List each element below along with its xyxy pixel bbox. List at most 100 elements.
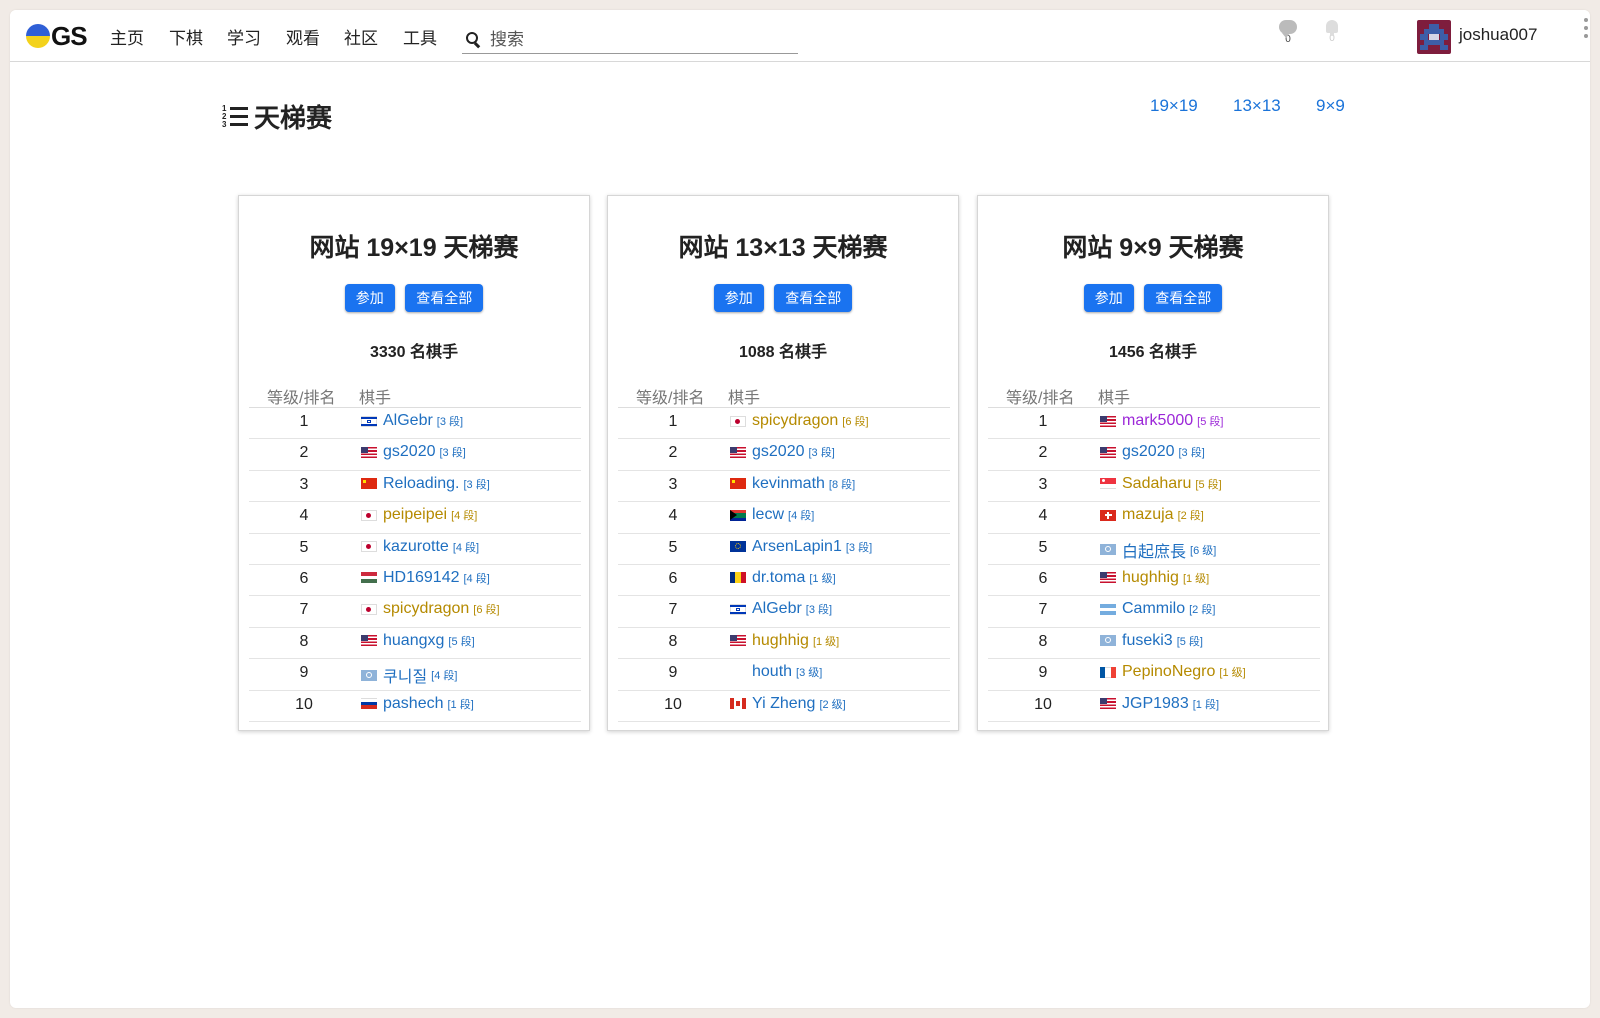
ladder-card: 网站 9×9 天梯赛 参加 查看全部 1456 名棋手 等级/排名 棋手 1 m… xyxy=(977,195,1329,731)
rank-cell: 7 xyxy=(299,601,309,619)
view-all-button[interactable]: 查看全部 xyxy=(405,284,484,312)
table-row: 1 spicydragon [6 段] xyxy=(618,408,950,440)
nav-community[interactable]: 社区 xyxy=(344,24,378,49)
player-name-link[interactable]: fuseki3 xyxy=(1122,632,1173,650)
player-name-link[interactable]: huangxg xyxy=(383,632,444,650)
player-name-link[interactable]: ArsenLapin1 xyxy=(752,538,842,556)
player-rank-badge: [3 段] xyxy=(439,447,466,460)
player-name-link[interactable]: gs2020 xyxy=(383,443,436,461)
table-row: 6 HD169142 [4 段] xyxy=(249,565,581,597)
rank-cell: 3 xyxy=(668,475,678,493)
nav-watch[interactable]: 观看 xyxy=(286,24,320,49)
col-rank-header: 等级/排名 xyxy=(636,390,705,407)
player-cell: mark5000 [5 段] xyxy=(1100,412,1223,430)
join-button[interactable]: 参加 xyxy=(1083,284,1134,312)
player-name-link[interactable]: AlGebr xyxy=(752,600,802,618)
player-rank-badge: [2 级] xyxy=(819,698,846,711)
player-name-link[interactable]: hughhig xyxy=(1122,569,1179,587)
table-row: 2 gs2020 [3 段] xyxy=(988,439,1320,471)
player-name-link[interactable]: 쿠니질 xyxy=(383,663,427,687)
player-rank-badge: [4 段] xyxy=(788,510,815,523)
page-title: 123 天梯赛 xyxy=(222,98,332,135)
player-name-link[interactable]: spicydragon xyxy=(752,412,838,430)
rank-cell: 1 xyxy=(299,413,309,430)
link-19x19[interactable]: 19×19 xyxy=(1150,96,1198,116)
player-rank-badge: [2 段] xyxy=(1189,604,1216,617)
chat-button[interactable]: 0 xyxy=(1276,20,1300,45)
il-flag-icon xyxy=(730,603,746,615)
rank-cell: 5 xyxy=(668,538,678,556)
nav-tools[interactable]: 工具 xyxy=(403,24,437,49)
player-cell: hughhig [1 级] xyxy=(730,632,839,650)
player-rank-badge: [6 段] xyxy=(842,416,869,428)
player-cell: Cammilo [2 段] xyxy=(1100,600,1215,618)
rank-cell: 8 xyxy=(1038,632,1048,650)
player-count: 1456 名棋手 xyxy=(1108,344,1198,361)
player-name-link[interactable]: kazurotte xyxy=(383,538,449,556)
nav-learn[interactable]: 学习 xyxy=(227,24,261,49)
player-name-link[interactable]: Cammilo xyxy=(1122,600,1185,618)
link-13x13[interactable]: 13×13 xyxy=(1233,96,1281,116)
rank-cell: 1 xyxy=(1038,413,1048,430)
player-name-link[interactable]: gs2020 xyxy=(1122,443,1175,461)
username[interactable]: joshua007 xyxy=(1459,25,1537,45)
ladder-table: 等级/排名 棋手 1 AlGebr [3 段] 2 gs2020 [3 段] 3… xyxy=(249,382,581,722)
join-button[interactable]: 参加 xyxy=(344,284,395,312)
join-button[interactable]: 参加 xyxy=(713,284,764,312)
player-name-link[interactable]: JGP1983 xyxy=(1122,695,1189,713)
rank-cell: 3 xyxy=(299,475,309,493)
bell-icon xyxy=(1326,20,1338,36)
rank-cell: 9 xyxy=(299,664,309,682)
avatar[interactable] xyxy=(1417,20,1451,54)
player-name-link[interactable]: kevinmath xyxy=(752,475,825,493)
table-header: 等级/排名 棋手 xyxy=(249,382,581,408)
notifications-button[interactable]: 0 xyxy=(1320,20,1344,44)
table-row: 3 Sadaharu [5 段] xyxy=(988,471,1320,503)
search-input[interactable] xyxy=(490,29,790,50)
nav-play[interactable]: 下棋 xyxy=(169,24,203,49)
player-name-link[interactable]: PepinoNegro xyxy=(1122,663,1215,681)
cn-flag-icon xyxy=(730,478,746,490)
rank-cell: 7 xyxy=(1038,601,1048,619)
rank-cell: 9 xyxy=(1038,664,1048,682)
player-name-link[interactable]: Sadaharu xyxy=(1122,475,1191,493)
chat-bubble-icon xyxy=(1279,20,1297,38)
player-name-link[interactable]: pashech xyxy=(383,695,444,713)
player-name-link[interactable]: 白起庶長 xyxy=(1122,538,1186,562)
player-name-link[interactable]: gs2020 xyxy=(752,443,805,461)
player-name-link[interactable]: spicydragon xyxy=(383,600,469,618)
player-name-link[interactable]: AlGebr xyxy=(383,412,433,430)
col-player-header: 棋手 xyxy=(728,390,761,407)
logo-globe-icon xyxy=(26,24,50,48)
player-name-link[interactable]: HD169142 xyxy=(383,569,460,587)
player-name-link[interactable]: Reloading. xyxy=(383,475,460,493)
rank-cell: 4 xyxy=(1038,507,1048,525)
table-row: 7 AlGebr [3 段] xyxy=(618,596,950,628)
player-name-link[interactable]: Yi Zheng xyxy=(752,695,815,713)
player-count: 3330 名棋手 xyxy=(369,344,459,361)
player-rank-badge: [1 级] xyxy=(1219,667,1246,680)
player-name-link[interactable]: mark5000 xyxy=(1122,412,1193,430)
player-name-link[interactable]: dr.toma xyxy=(752,569,805,587)
us-flag-icon xyxy=(1100,572,1116,584)
player-name-link[interactable]: lecw xyxy=(752,506,784,524)
player-rank-badge: [3 段] xyxy=(845,541,873,554)
ca-flag-icon xyxy=(730,698,746,710)
rank-cell: 10 xyxy=(664,695,682,713)
player-cell: lecw [4 段] xyxy=(730,506,814,524)
view-all-button[interactable]: 查看全部 xyxy=(1144,284,1223,312)
ru-flag-icon xyxy=(361,698,377,710)
site-logo[interactable]: GS xyxy=(26,21,88,51)
nav-home[interactable]: 主页 xyxy=(110,24,144,49)
player-cell: hughhig [1 级] xyxy=(1100,569,1209,587)
player-rank-badge: [3 级] xyxy=(796,667,823,680)
player-name-link[interactable]: mazuja xyxy=(1122,506,1174,524)
search-icon xyxy=(466,31,482,48)
player-name-link[interactable]: peipeipei xyxy=(383,506,447,524)
view-all-button[interactable]: 查看全部 xyxy=(774,284,853,312)
window-menu-dots[interactable] xyxy=(1584,18,1588,42)
player-name-link[interactable]: houth xyxy=(752,663,792,681)
link-9x9[interactable]: 9×9 xyxy=(1316,96,1345,116)
rank-cell: 10 xyxy=(295,695,313,713)
player-name-link[interactable]: hughhig xyxy=(752,632,809,650)
